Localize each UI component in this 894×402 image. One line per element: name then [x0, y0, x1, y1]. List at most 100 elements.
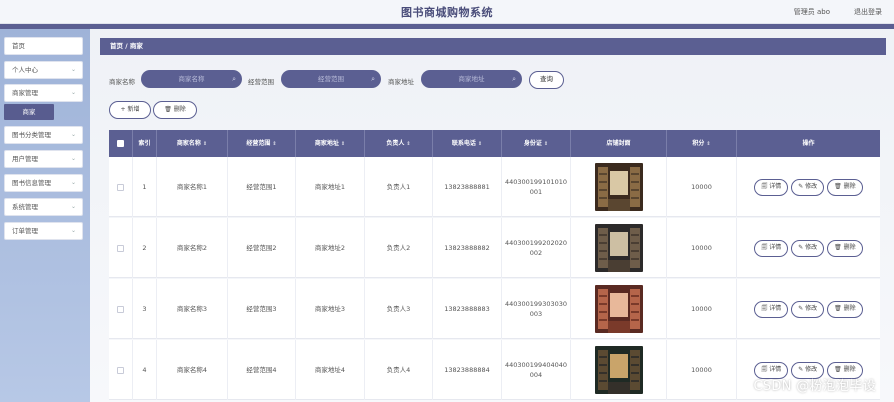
cell-idcard: 440300199202020 002 [502, 218, 571, 278]
col-scope[interactable]: 经营范围 ⇕ [228, 130, 296, 157]
cell-cover [571, 218, 667, 278]
sort-icon: ⇕ [706, 141, 711, 147]
sidebar-item-orders[interactable]: 订单管理 ⌄ [4, 222, 83, 240]
sidebar-item-book-info[interactable]: 图书信息管理 ⌄ [4, 174, 83, 192]
col-points[interactable]: 积分 ⇕ [667, 130, 737, 157]
cell-index: 1 [133, 157, 157, 217]
cell-phone: 13823888882 [433, 218, 502, 278]
query-button[interactable]: 查询 [529, 71, 564, 89]
cell-scope: 经营范围2 [228, 218, 296, 278]
cell-points: 10000 [667, 218, 737, 278]
table-row: 2 商家名称2 经营范围2 商家地址2 负责人2 13823888882 440300199… [109, 218, 880, 278]
row-checkbox[interactable] [109, 218, 133, 278]
main-content: 首页 / 商家 商家名称 商家名称 ⌕ 经营范围 经营范围 ⌕ 商家地址 商家地… [90, 29, 894, 402]
sidebar-item-system[interactable]: 系统管理 ⌄ [4, 198, 83, 216]
cell-phone: 13823888884 [433, 340, 502, 400]
sidebar-item-merchant[interactable]: 商家管理 ⌄ [4, 84, 83, 102]
cell-ops: 🗐 详情 ✎ 修改 🗑 删除 [737, 279, 880, 339]
cell-idcard: 440300199303030 003 [502, 279, 571, 339]
select-all-checkbox[interactable] [109, 130, 133, 157]
sidebar-item-home[interactable]: 首页 [4, 37, 83, 55]
cell-cover [571, 157, 667, 217]
cell-scope: 经营范围4 [228, 340, 296, 400]
row-checkbox[interactable] [109, 340, 133, 400]
cell-address: 商家地址3 [296, 279, 365, 339]
sort-icon: ⇕ [272, 141, 277, 147]
search-icon: ⌕ [371, 75, 375, 83]
col-owner[interactable]: 负责人 ⇕ [365, 130, 433, 157]
top-header: 图书商城购物系统 管理员 abo 退出登录 [0, 0, 894, 24]
cell-phone: 13823888881 [433, 157, 502, 217]
chevron-down-icon: ⌄ [70, 155, 76, 162]
edit-button[interactable]: ✎ 修改 [791, 300, 825, 318]
sidebar-item-label: 图书信息管理 [12, 179, 51, 187]
col-idcard[interactable]: 身份证 ⇕ [502, 130, 571, 157]
merchant-address-label: 商家地址 [388, 78, 414, 86]
sidebar-subitem-merchant[interactable]: 商家 [4, 104, 54, 120]
col-ops: 操作 [802, 140, 815, 147]
cell-address: 商家地址1 [296, 157, 365, 217]
delete-button[interactable]: 🗑 删除 [827, 178, 863, 196]
row-checkbox[interactable] [109, 157, 133, 217]
cell-scope: 经营范围1 [228, 157, 296, 217]
cell-index: 2 [133, 218, 157, 278]
chevron-down-icon: ⌄ [70, 66, 76, 73]
detail-button[interactable]: 🗐 详情 [754, 178, 789, 196]
sidebar-item-profile[interactable]: 个人中心 ⌄ [4, 61, 83, 79]
col-name[interactable]: 商家名称 ⇕ [157, 130, 228, 157]
cell-name: 商家名称3 [157, 279, 228, 339]
bookstore-photo-3 [594, 285, 643, 333]
sidebar-item-label: 个人中心 [12, 66, 38, 74]
cell-owner: 负责人1 [365, 157, 433, 217]
bookstore-photo-1 [594, 163, 643, 211]
detail-button[interactable]: 🗐 详情 [754, 239, 789, 257]
cell-phone: 13823888883 [433, 279, 502, 339]
cell-address: 商家地址4 [296, 340, 365, 400]
edit-button[interactable]: ✎ 修改 [791, 178, 825, 196]
business-scope-label: 经营范围 [248, 78, 274, 86]
sidebar: 首页 个人中心 ⌄ 商家管理 ⌄ 商家 图书分类管理 ⌄ 用户管理 ⌄ 图书信息… [0, 29, 90, 402]
delete-button[interactable]: 🗑 删除 [827, 300, 863, 318]
merchant-name-label: 商家名称 [109, 78, 135, 86]
sort-icon: ⇕ [477, 141, 483, 147]
sidebar-item-label: 首页 [12, 42, 25, 50]
chevron-down-icon: ⌄ [70, 227, 76, 234]
cell-address: 商家地址2 [296, 218, 365, 278]
cell-owner: 负责人3 [365, 279, 433, 339]
sidebar-item-book-category[interactable]: 图书分类管理 ⌄ [4, 126, 83, 144]
table-row: 3 商家名称3 经营范围3 商家地址3 负责人3 13823888883 440300199… [109, 279, 880, 339]
delete-button[interactable]: 🗑 删除 [827, 239, 863, 257]
sort-icon: ⇕ [340, 141, 346, 147]
detail-button[interactable]: 🗐 详情 [754, 300, 789, 318]
bookstore-photo-2 [594, 224, 643, 272]
search-icon: ⌕ [512, 75, 516, 83]
cell-idcard: 440300199101010 001 [502, 157, 571, 217]
batch-delete-button[interactable]: 🗑 删除 [153, 101, 197, 119]
row-checkbox[interactable] [109, 279, 133, 339]
watermark-text: CSDN @粉泡泡毕设 [753, 379, 876, 394]
bookstore-photo-4 [594, 346, 643, 394]
cell-name: 商家名称1 [157, 157, 228, 217]
chevron-down-icon: ⌄ [70, 131, 76, 138]
cell-index: 4 [133, 340, 157, 400]
merchant-address-input[interactable]: 商家地址 ⌕ [421, 70, 522, 88]
logout-link[interactable]: 退出登录 [854, 7, 882, 17]
edit-button[interactable]: ✎ 修改 [791, 239, 825, 257]
cell-name: 商家名称4 [157, 340, 228, 400]
sidebar-item-label: 订单管理 [12, 227, 38, 235]
col-address[interactable]: 商家地址 ⇕ [296, 130, 365, 157]
cell-points: 10000 [667, 279, 737, 339]
col-phone[interactable]: 联系电话 ⇕ [433, 130, 502, 157]
search-icon: ⌕ [232, 75, 236, 83]
cell-ops: 🗐 详情 ✎ 修改 🗑 删除 [737, 218, 880, 278]
merchant-name-input[interactable]: 商家名称 ⌕ [141, 70, 242, 88]
sidebar-item-users[interactable]: 用户管理 ⌄ [4, 150, 83, 168]
sort-icon: ⇕ [406, 141, 411, 147]
app-title: 图书商城购物系统 [401, 6, 493, 19]
sidebar-item-label: 商家管理 [12, 89, 38, 97]
breadcrumb: 首页 / 商家 [100, 38, 886, 55]
cell-cover [571, 340, 667, 400]
cell-points: 10000 [667, 157, 737, 217]
business-scope-input[interactable]: 经营范围 ⌕ [281, 70, 381, 88]
add-button[interactable]: + 新增 [109, 101, 151, 119]
